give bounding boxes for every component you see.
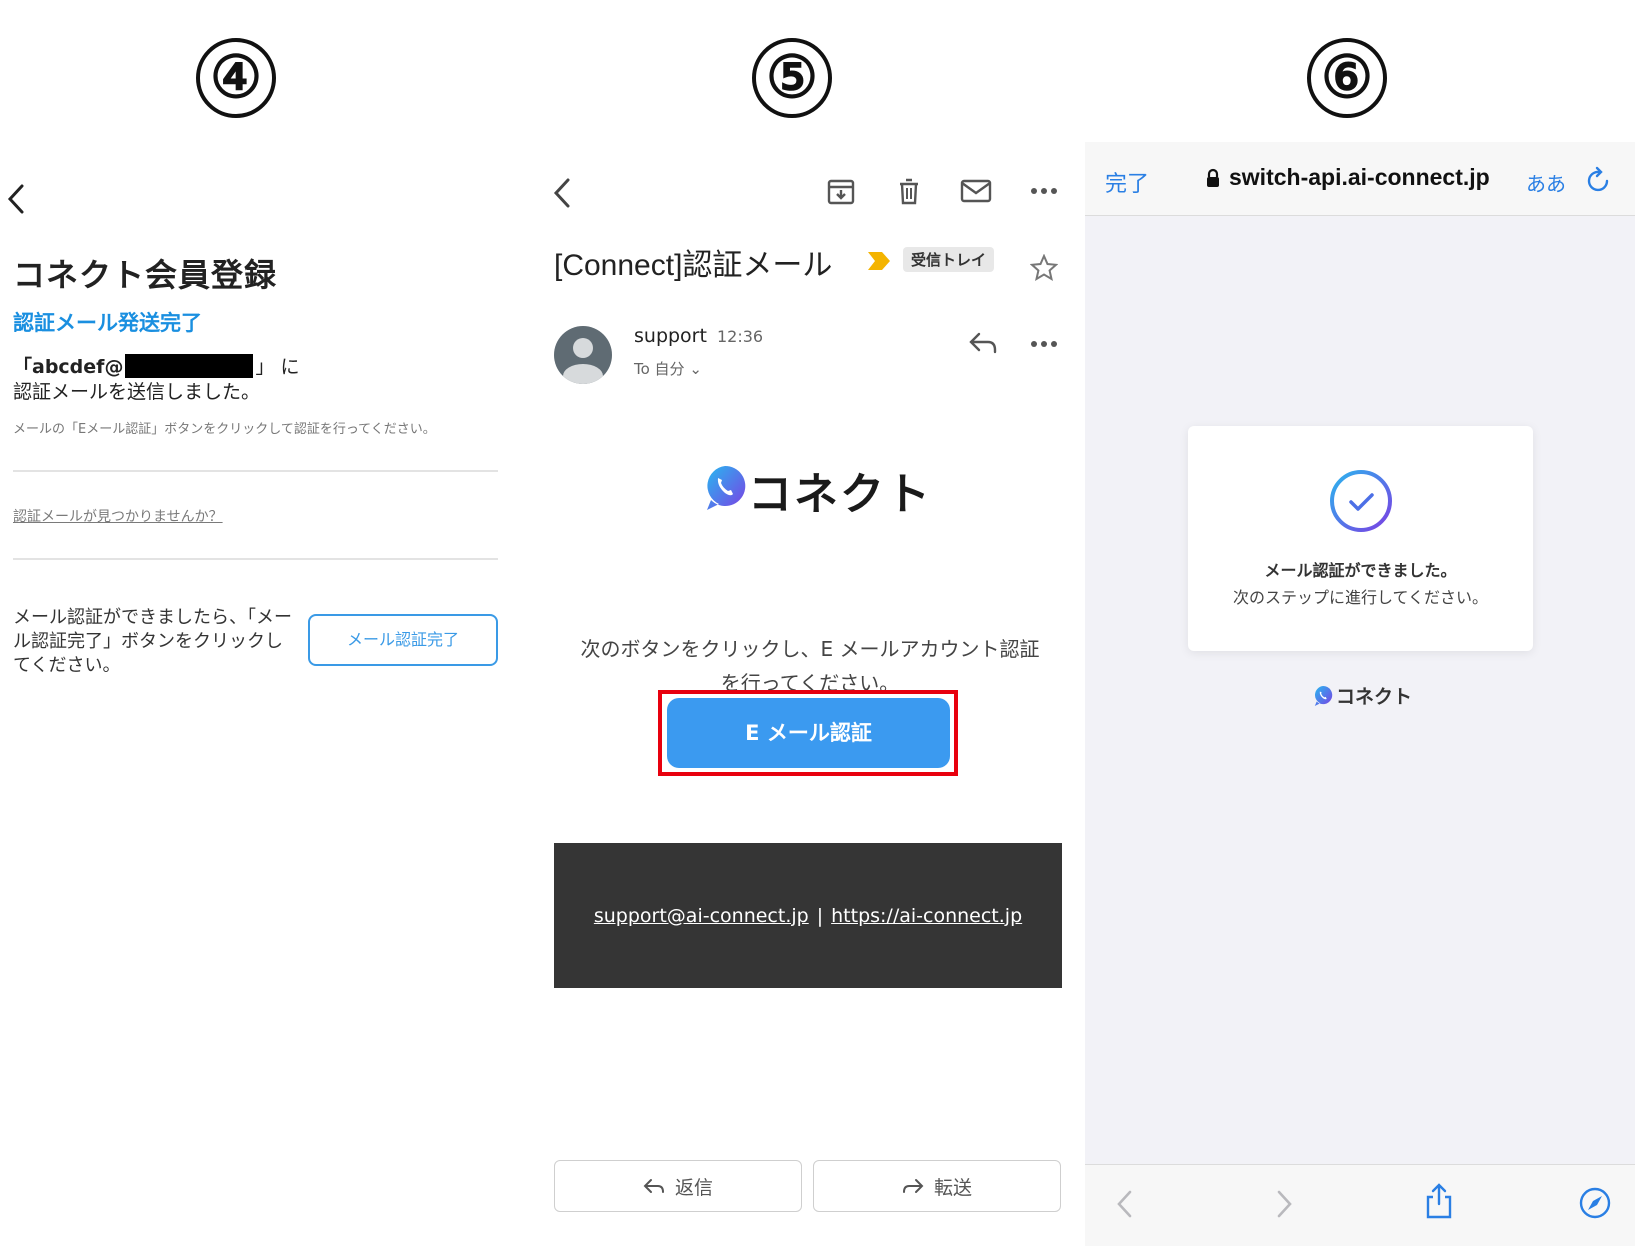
recipient-toggle[interactable]: To 自分 ⌄ [634,358,702,379]
reply-icon[interactable] [968,330,998,356]
success-subtitle: 次のステップに進行してください。 [1232,588,1489,607]
forward-label: 転送 [933,1176,972,1199]
more-options-icon[interactable] [1030,339,1058,349]
forward-icon [902,1177,924,1195]
star-icon[interactable] [1030,254,1058,282]
reply-button[interactable]: 返信 [554,1160,802,1212]
browser-toolbar [1085,1164,1635,1246]
inbox-label[interactable]: 受信トレイ [903,247,995,272]
brand-logo-icon [703,464,747,512]
redacted-email [125,353,254,378]
page-title: コネクト会員登録 [13,256,278,294]
email-verify-complete-button[interactable]: メール認証完了 [308,614,498,666]
archive-icon[interactable] [826,176,856,206]
email-not-found-link[interactable]: 認証メールが見つかりませんか？ [13,506,223,526]
divider [13,558,498,560]
brand-name: コネクト [1336,686,1413,708]
text-size-button[interactable]: ああ [1526,168,1566,197]
step-5-marker: ⑤ [752,38,832,118]
success-card [1188,426,1533,651]
avatar[interactable] [554,326,612,384]
highlight-box [658,690,958,776]
trash-icon[interactable] [894,176,924,206]
page-subtitle: 認証メール発送完了 [13,311,202,335]
success-title: メール認証ができました。 [1264,561,1457,580]
email-suffix: 」 に [255,356,300,378]
done-button[interactable]: 完了 [1105,166,1149,198]
reply-icon [643,1177,665,1195]
more-options-icon[interactable] [1030,186,1058,196]
safari-compass-icon[interactable] [1578,1186,1612,1220]
back-chevron-icon[interactable] [4,182,30,216]
url-display[interactable]: switch-api.ai-connect.jp [1205,164,1490,191]
brand-name: コネクト [748,469,932,520]
email-line: 「abcdef@ 」 に [13,352,300,379]
brand-logo-icon [1313,685,1333,707]
completion-instruction: メール認証ができましたら、「メール認証完了」ボタンをクリックしてください。 [13,607,292,676]
step-4-marker: ④ [196,38,276,118]
reload-icon[interactable] [1586,166,1612,194]
email-prefix: 「abcdef@ [13,356,124,378]
footer-url-link[interactable]: https://ai-connect.jp [831,905,1022,927]
mail-icon[interactable] [960,176,992,206]
check-circle-icon [1328,468,1394,534]
email-footer: support@ai-connect.jp | https://ai-conne… [554,843,1062,988]
footer-brand: コネクト [1313,682,1412,709]
step-6-marker: ⑥ [1307,38,1387,118]
importance-marker-icon [866,250,892,272]
sender-name: support [634,325,707,347]
url-text: switch-api.ai-connect.jp [1229,164,1490,190]
forward-button[interactable]: 転送 [813,1160,1061,1212]
divider [13,470,498,472]
email-subject: [Connect]認証メール [554,249,833,282]
browser-back-icon[interactable] [1115,1188,1135,1220]
back-chevron-icon[interactable] [550,176,576,210]
instruction-note: メールの「Eメール認証」ボタンをクリックして認証を行ってください。 [13,422,436,437]
sent-text: 認証メールを送信しました。 [13,381,261,403]
footer-separator: | [816,904,824,927]
footer-email-link[interactable]: support@ai-connect.jp [594,905,809,927]
share-icon[interactable] [1424,1182,1454,1220]
email-time: 12:36 [717,327,764,346]
reply-label: 返信 [674,1176,713,1199]
lock-icon [1205,168,1221,188]
browser-forward-icon[interactable] [1274,1188,1294,1220]
